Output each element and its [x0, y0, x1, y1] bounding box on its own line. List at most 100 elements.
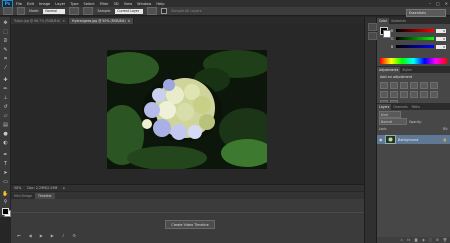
black-white-icon[interactable] — [390, 91, 398, 98]
link-layers-icon[interactable]: ∞ — [400, 238, 403, 242]
hand-tool-icon[interactable]: ✋ — [2, 191, 9, 197]
slider-value[interactable]: 0 — [436, 44, 446, 49]
tool-preset-icon[interactable] — [3, 7, 13, 15]
menu-select[interactable]: Select — [84, 2, 95, 6]
delete-layer-icon[interactable]: 🗑 — [443, 238, 447, 242]
layer-row-background[interactable]: ◉ Background 🔒 — [377, 135, 450, 144]
blur-tool-icon[interactable]: ● — [2, 131, 9, 137]
foreground-color-swatch[interactable] — [2, 208, 9, 215]
zoom-tool-icon[interactable]: ⚲ — [2, 199, 9, 205]
levels-icon[interactable] — [390, 82, 398, 89]
slider-track[interactable] — [396, 37, 434, 40]
menu-edit[interactable]: Edit — [27, 2, 34, 6]
path-selection-tool-icon[interactable]: ➤ — [2, 170, 9, 176]
menu-view[interactable]: View — [124, 2, 133, 6]
maximize-icon[interactable]: □ — [436, 1, 440, 6]
color-spectrum[interactable] — [380, 58, 447, 64]
posterize-icon[interactable] — [430, 91, 438, 98]
fill-label: Fill: — [442, 126, 448, 131]
previous-frame-icon[interactable]: ◀ — [29, 233, 32, 238]
exposure-icon[interactable] — [410, 82, 418, 89]
properties-panel-icon[interactable] — [368, 32, 377, 40]
hue-saturation-icon[interactable] — [430, 82, 438, 89]
audio-icon[interactable]: ♪ — [62, 233, 65, 238]
dodge-tool-icon[interactable]: ◐ — [2, 140, 9, 146]
sample-all-checkbox[interactable] — [161, 8, 168, 14]
settings-icon[interactable]: ⚙ — [72, 233, 76, 238]
menu-help[interactable]: Help — [156, 2, 164, 6]
brush-tool-icon[interactable]: ✏ — [2, 86, 9, 92]
lock-row: Lock: Fill: — [379, 126, 448, 131]
pen-tool-icon[interactable]: ✒ — [2, 152, 9, 158]
crop-tool-icon[interactable]: ⌗ — [2, 56, 9, 62]
document-image[interactable] — [107, 50, 267, 169]
close-icon[interactable]: × — [62, 19, 65, 23]
curves-icon[interactable] — [400, 82, 408, 89]
eyedropper-tool-icon[interactable]: ⁄ — [2, 65, 9, 71]
slider-red[interactable]: R 0 — [391, 28, 447, 33]
menu-filter[interactable]: Filter — [100, 2, 109, 6]
kind-filter-select[interactable]: Kind — [379, 111, 401, 118]
blend-mode-select[interactable]: Normal — [379, 118, 407, 125]
timeline-divider — [11, 212, 364, 213]
clone-stamp-tool-icon[interactable]: ⊥ — [2, 95, 9, 101]
slider-value[interactable]: 0 — [436, 28, 446, 33]
history-brush-tool-icon[interactable]: ↺ — [2, 104, 9, 110]
shape-tool-icon[interactable]: ▭ — [2, 179, 9, 185]
airbrush-icon[interactable] — [83, 7, 94, 15]
history-panel-icon[interactable] — [368, 23, 377, 31]
type-tool-icon[interactable]: T — [2, 161, 9, 167]
vibrance-icon[interactable] — [420, 82, 428, 89]
new-layer-icon[interactable]: ⊞ — [436, 238, 439, 242]
lasso-tool-icon[interactable]: ᘐ — [2, 38, 9, 44]
brush-preset-icon[interactable] — [17, 7, 25, 15]
menu-file[interactable]: File — [16, 2, 22, 6]
menu-layer[interactable]: Layer — [55, 2, 65, 6]
slider-green[interactable]: G 0 — [391, 36, 447, 41]
sample-select[interactable]: Current Layer — [115, 8, 144, 14]
ignore-adjustment-icon[interactable] — [147, 7, 158, 15]
brightness-contrast-icon[interactable] — [380, 82, 388, 89]
marquee-tool-icon[interactable]: ⬚ — [2, 29, 9, 35]
menu-window[interactable]: Window — [137, 2, 151, 6]
play-icon[interactable]: ▶ — [40, 233, 43, 238]
gradient-tool-icon[interactable]: ▤ — [2, 122, 9, 128]
add-mask-icon[interactable]: ◙ — [414, 238, 417, 242]
next-frame-icon[interactable]: ▶ — [51, 233, 54, 238]
slider-track[interactable] — [396, 45, 434, 48]
invert-icon[interactable] — [420, 91, 428, 98]
aligned-toggle-icon[interactable] — [69, 7, 80, 15]
close-icon[interactable]: × — [128, 19, 131, 23]
new-group-icon[interactable]: ▢ — [429, 238, 432, 242]
quick-select-tool-icon[interactable]: ✎ — [2, 47, 9, 53]
healing-brush-tool-icon[interactable]: ✚ — [2, 77, 9, 83]
eraser-tool-icon[interactable]: ▱ — [2, 113, 9, 119]
layer-name[interactable]: Background — [398, 138, 418, 142]
workspace-select[interactable]: Essentials — [406, 8, 446, 17]
close-icon[interactable]: ✕ — [445, 1, 448, 6]
minimize-icon[interactable]: – — [429, 1, 431, 6]
status-arrow-icon[interactable]: ▸ — [63, 186, 65, 190]
color-panel: R 0 G 0 B 0 — [377, 24, 450, 66]
channel-mixer-icon[interactable] — [410, 91, 418, 98]
menu-3d[interactable]: 3D — [114, 2, 119, 6]
document-tab-bar: Tulips.jpg @ 66.7% (RGB/8#) × Hydrangeas… — [11, 17, 364, 24]
tab-title: Tulips.jpg @ 66.7% (RGB/8#) — [14, 19, 61, 23]
new-adjustment-icon[interactable]: ◑ — [422, 238, 425, 242]
slider-track[interactable] — [396, 29, 434, 32]
first-frame-icon[interactable]: ⏮ — [17, 233, 21, 238]
visibility-eye-icon[interactable]: ◉ — [379, 137, 383, 142]
menu-type[interactable]: Type — [70, 2, 78, 6]
background-color-chip[interactable] — [383, 30, 391, 38]
photo-filter-icon[interactable] — [400, 91, 408, 98]
slider-value[interactable]: 0 — [436, 36, 446, 41]
move-tool-icon[interactable]: ✥ — [2, 20, 9, 26]
create-video-timeline-button[interactable]: Create Video Timeline — [165, 220, 215, 229]
slider-blue[interactable]: B 0 — [391, 44, 447, 49]
layer-style-icon[interactable]: fx — [407, 238, 410, 242]
menu-image[interactable]: Image — [39, 2, 50, 6]
color-balance-icon[interactable] — [380, 91, 388, 98]
zoom-level[interactable]: 50% — [14, 186, 21, 190]
mode-select[interactable]: Normal — [43, 8, 66, 14]
timeline-panel: Create Video Timeline ⏮ ◀ ▶ ▶ ♪ ⚙ — [11, 199, 364, 243]
